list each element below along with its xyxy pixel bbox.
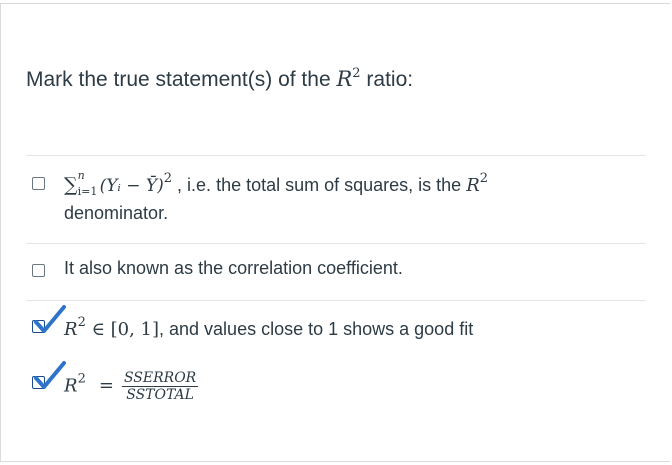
option-1-line-2: denominator. <box>64 203 169 223</box>
separator <box>26 155 646 156</box>
sum-symbol: ∑ <box>64 174 78 196</box>
fraction-numerator: SSERROR <box>121 370 199 387</box>
fraction: SSERROR SSTOTAL <box>121 370 199 403</box>
separator <box>26 243 646 244</box>
checkbox[interactable] <box>32 177 45 190</box>
r-symbol: R <box>336 67 353 91</box>
option-3-label: R2 ∈ [0, 1], and values close to 1 shows… <box>64 315 474 340</box>
r-exponent: 2 <box>352 66 361 81</box>
sum-expression: (Yᵢ − Ȳ) <box>99 176 164 196</box>
option-2-label: It also known as the correlation coeffic… <box>64 258 403 278</box>
checkbox[interactable] <box>32 264 45 277</box>
sum-upper: n <box>77 169 85 182</box>
option-1-line-1: ∑ n i=1 (Yᵢ − Ȳ)2 , i.e. the total sum of s… <box>64 169 489 198</box>
fraction-denominator: SSTOTAL <box>126 387 194 403</box>
sum-lower: i=1 <box>77 185 98 198</box>
question-text: Mark the true statement(s) of the R2 rat… <box>26 66 414 91</box>
separator <box>26 300 646 301</box>
checkmark-icon <box>34 305 66 333</box>
option-4-label: R2 = SSERROR SSTOTAL <box>64 370 199 403</box>
checkmark-icon <box>34 361 66 389</box>
